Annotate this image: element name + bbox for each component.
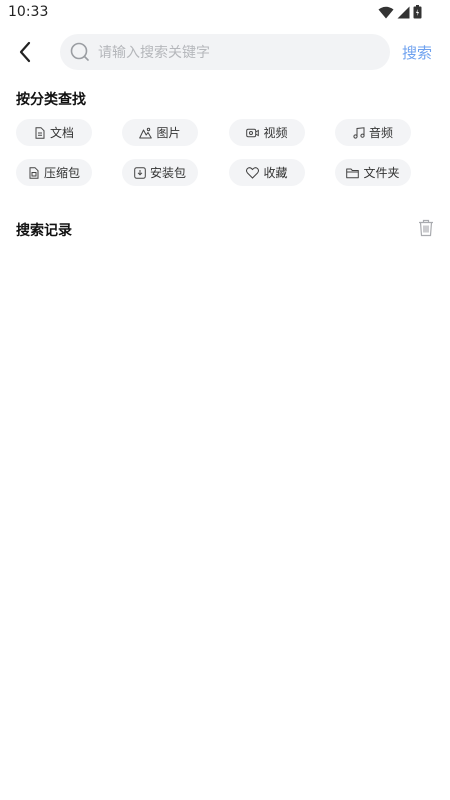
category-chip-favorites[interactable]: 收藏 xyxy=(229,159,305,186)
category-label: 安装包 xyxy=(149,166,186,180)
trash-icon xyxy=(419,219,433,237)
category-chip-document[interactable]: 文档 xyxy=(16,119,92,146)
back-button[interactable] xyxy=(14,38,38,66)
image-icon xyxy=(139,127,153,138)
category-chip-folder[interactable]: 文件夹 xyxy=(335,159,411,186)
category-chip-image[interactable]: 图片 xyxy=(122,119,198,146)
category-chip-video[interactable]: 视频 xyxy=(229,119,305,146)
category-label: 收藏 xyxy=(263,166,288,180)
category-chip-archive[interactable]: 压缩包 xyxy=(16,159,92,186)
search-button[interactable]: 搜索 xyxy=(402,42,432,63)
category-chip-install-package[interactable]: 安装包 xyxy=(122,159,198,186)
category-label: 文档 xyxy=(49,126,74,140)
video-icon xyxy=(246,128,260,137)
wifi-icon xyxy=(378,6,394,18)
back-arrow-icon xyxy=(19,41,31,63)
status-icons xyxy=(378,5,422,19)
heart-icon xyxy=(246,166,260,179)
category-label: 视频 xyxy=(263,126,288,140)
clear-history-button[interactable] xyxy=(417,219,435,241)
install-package-icon xyxy=(134,166,146,179)
search-input[interactable] xyxy=(96,34,380,72)
search-history-title: 搜索记录 xyxy=(16,223,72,239)
folder-icon xyxy=(346,168,360,178)
search-icon xyxy=(70,42,89,61)
category-label: 文件夹 xyxy=(363,166,400,180)
top-bar: 搜索 xyxy=(0,33,450,72)
category-label: 图片 xyxy=(156,126,181,140)
category-label: 压缩包 xyxy=(43,166,80,180)
status-time: 10:33 xyxy=(8,4,49,20)
category-label: 音频 xyxy=(368,126,393,140)
battery-icon xyxy=(413,5,422,19)
signal-icon xyxy=(397,6,410,18)
status-bar: 10:33 xyxy=(0,0,450,26)
search-box[interactable] xyxy=(60,34,390,72)
music-icon xyxy=(353,126,365,139)
archive-icon xyxy=(29,166,39,179)
category-section-title: 按分类查找 xyxy=(16,92,86,108)
category-chip-audio[interactable]: 音频 xyxy=(335,119,411,146)
document-icon xyxy=(35,126,45,139)
